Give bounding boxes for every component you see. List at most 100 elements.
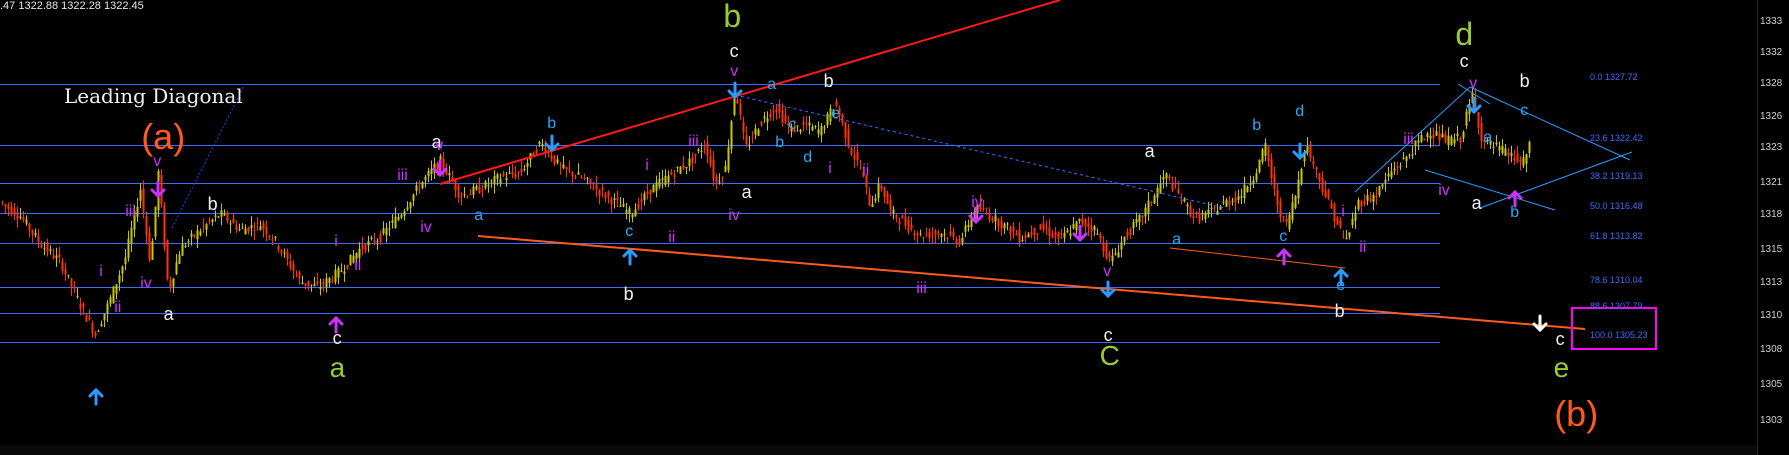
wave-low-arrow-blue	[88, 387, 104, 406]
candle-body	[1195, 212, 1198, 214]
fib-label-50.0: 50.0 1316.48	[1590, 201, 1643, 211]
candle-body	[946, 237, 949, 239]
candle-body	[235, 224, 238, 231]
candle-body	[1411, 154, 1414, 156]
candle-body	[190, 233, 193, 237]
candle-body	[229, 223, 232, 225]
candle-body	[844, 122, 847, 139]
wave-label: c	[1520, 102, 1529, 120]
candle-body	[1339, 219, 1342, 228]
candle-body	[31, 230, 34, 235]
candle-body	[1114, 253, 1117, 255]
candle-body	[172, 278, 175, 287]
fib-label-88.6: 88.6 1307.79	[1590, 301, 1643, 311]
candle-body	[940, 234, 943, 237]
candle-body	[931, 234, 934, 236]
candle-body	[1093, 226, 1096, 231]
candle-body	[232, 218, 235, 224]
candle-body	[10, 206, 13, 215]
candle-body	[568, 168, 571, 170]
candle-body	[985, 213, 988, 215]
candle-body	[1291, 202, 1294, 220]
candle-body	[19, 216, 22, 219]
candle-body	[313, 283, 316, 286]
candle-body	[1090, 225, 1093, 232]
price-axis-tick: 1333	[1760, 16, 1783, 27]
candle-body	[694, 153, 697, 156]
candle-body	[745, 135, 748, 145]
wave-label: v	[153, 153, 162, 171]
candle-body	[13, 208, 16, 216]
wave-label: ii	[114, 299, 122, 317]
candle-body	[1321, 177, 1324, 192]
candle-body	[958, 238, 961, 245]
candle-body	[1252, 180, 1255, 184]
candle-body	[1285, 218, 1288, 222]
candle-body	[1072, 224, 1075, 229]
candle-body	[403, 211, 406, 216]
candle-body	[955, 239, 958, 244]
candle-body	[1333, 204, 1336, 222]
candle-body	[1213, 207, 1216, 209]
candle-body	[37, 235, 40, 242]
candle-body	[151, 241, 154, 260]
price-axis-tick: 1332	[1760, 47, 1783, 58]
candle-body	[1417, 140, 1420, 143]
candle-body	[469, 194, 472, 196]
candle-body	[748, 145, 751, 147]
wave-label: i	[99, 263, 103, 281]
fib-label-23.6: 23.6 1322.42	[1590, 133, 1643, 143]
fib-label-100.0: 100.0 1305.23	[1590, 330, 1648, 340]
candle-body	[1438, 133, 1441, 141]
candle-body	[724, 165, 727, 172]
candle-body	[1414, 140, 1417, 147]
candle-body	[1048, 227, 1051, 237]
elliott-wave-chart: .47 1322.88 1322.28 1322.45 Leading Diag…	[0, 0, 1789, 455]
candle-body	[196, 230, 199, 240]
candle-body	[214, 215, 217, 217]
candle-body	[1420, 135, 1423, 142]
candle-body	[1069, 233, 1072, 237]
candle-body	[1528, 141, 1531, 154]
candle-body	[79, 304, 82, 310]
wave-label: b	[775, 134, 785, 152]
candle-body	[1039, 224, 1042, 230]
candle-body	[1375, 196, 1378, 198]
wave-label: a	[1471, 192, 1482, 213]
candle-body	[715, 176, 718, 183]
wave-label: iv	[140, 275, 152, 293]
candle-body	[208, 220, 211, 222]
time-axis-strip	[0, 445, 1758, 455]
candle-body	[1513, 157, 1516, 161]
candle-body	[1498, 146, 1501, 151]
candle-body	[850, 147, 853, 155]
candle-body	[166, 240, 169, 280]
candle-body	[571, 171, 574, 177]
price-axis-tick: 1321	[1760, 177, 1783, 188]
wave-label: ii	[862, 162, 870, 180]
price-axis-tick: 1328	[1760, 78, 1783, 89]
wave-label: iii	[397, 167, 408, 185]
candle-body	[988, 213, 991, 220]
candle-body	[25, 219, 28, 224]
candle-body	[616, 198, 619, 200]
wave-b-top-arrow-blue	[727, 81, 743, 100]
candle-body	[937, 233, 940, 235]
candle-body	[1357, 199, 1360, 210]
candle-body	[619, 206, 622, 208]
wave-c-low-arrow-blue	[622, 247, 638, 266]
candle-body	[1507, 152, 1510, 156]
candle-body	[1270, 158, 1273, 179]
candle-body	[565, 167, 568, 169]
candle-body	[1276, 189, 1279, 206]
candle-body	[826, 113, 829, 126]
wave-label: c	[1555, 328, 1565, 349]
candle-body	[487, 184, 490, 186]
candle-body	[1450, 136, 1453, 146]
candle-body	[796, 125, 799, 127]
candle-body	[169, 280, 172, 288]
candle-body	[1153, 195, 1156, 204]
candle-body	[721, 177, 724, 179]
candle-body	[460, 195, 463, 198]
candle-body	[1393, 168, 1396, 171]
